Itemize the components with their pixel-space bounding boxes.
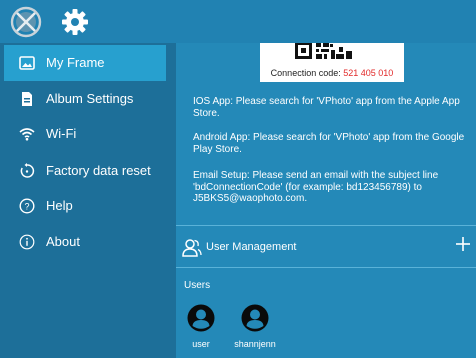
sidebar-item-label: Factory data reset (46, 163, 151, 178)
reset-icon (20, 163, 35, 178)
picture-icon (19, 56, 35, 70)
document-icon (22, 92, 32, 106)
avatar-icon (241, 304, 269, 332)
sidebar-item-label: Wi-Fi (46, 126, 77, 141)
help-icon: ? (19, 198, 35, 214)
user-management-row[interactable]: User Management (176, 231, 476, 265)
sidebar-item-label: Album Settings (46, 91, 134, 106)
wifi-icon (19, 128, 35, 141)
avatar-icon (187, 304, 215, 332)
ios-instructions: IOS App: Please search for 'VPhoto' app … (193, 96, 460, 119)
svg-text:?: ? (24, 201, 29, 211)
sidebar-item-factory-reset[interactable]: Factory data reset (0, 153, 176, 189)
user-name: shannjenn (234, 339, 276, 349)
connection-code-text: Connection code: 521 405 010 (260, 68, 404, 78)
email-instructions: Email Setup: Please send an email with t… (193, 170, 439, 204)
users-icon (182, 239, 202, 257)
connection-code-label: Connection code: (270, 68, 341, 78)
divider (176, 267, 476, 268)
connection-code-card: Connection code: 521 405 010 (260, 43, 404, 82)
user-entry[interactable]: shannjenn (225, 304, 285, 350)
info-icon (19, 234, 35, 250)
close-icon[interactable] (9, 5, 43, 39)
sidebar-item-label: Help (46, 198, 73, 213)
qr-code (289, 43, 381, 67)
sidebar-item-album-settings[interactable]: Album Settings (0, 81, 176, 117)
main-panel: Connection code: 521 405 010 IOS App: Pl… (176, 43, 476, 358)
add-user-icon[interactable] (456, 237, 470, 251)
top-bar (0, 0, 476, 43)
sidebar-item-wifi[interactable]: Wi-Fi (0, 116, 176, 152)
user-entry[interactable]: user (176, 304, 231, 350)
sidebar-item-help[interactable]: ? Help (0, 188, 176, 224)
sidebar-item-my-frame[interactable]: My Frame (4, 45, 166, 81)
user-name: user (192, 339, 210, 349)
user-management-label: User Management (206, 241, 297, 253)
divider (176, 225, 476, 226)
android-instructions: Android App: Please search for 'VPhoto' … (193, 132, 465, 155)
users-heading: Users (184, 280, 211, 291)
sidebar-item-about[interactable]: About (0, 224, 176, 260)
sidebar: My Frame Album Settings Wi-Fi Factory da… (0, 43, 176, 358)
gear-icon[interactable] (60, 7, 90, 37)
sidebar-item-label: About (46, 234, 80, 249)
connection-code-value: 521 405 010 (343, 68, 394, 78)
sidebar-item-label: My Frame (46, 55, 105, 70)
